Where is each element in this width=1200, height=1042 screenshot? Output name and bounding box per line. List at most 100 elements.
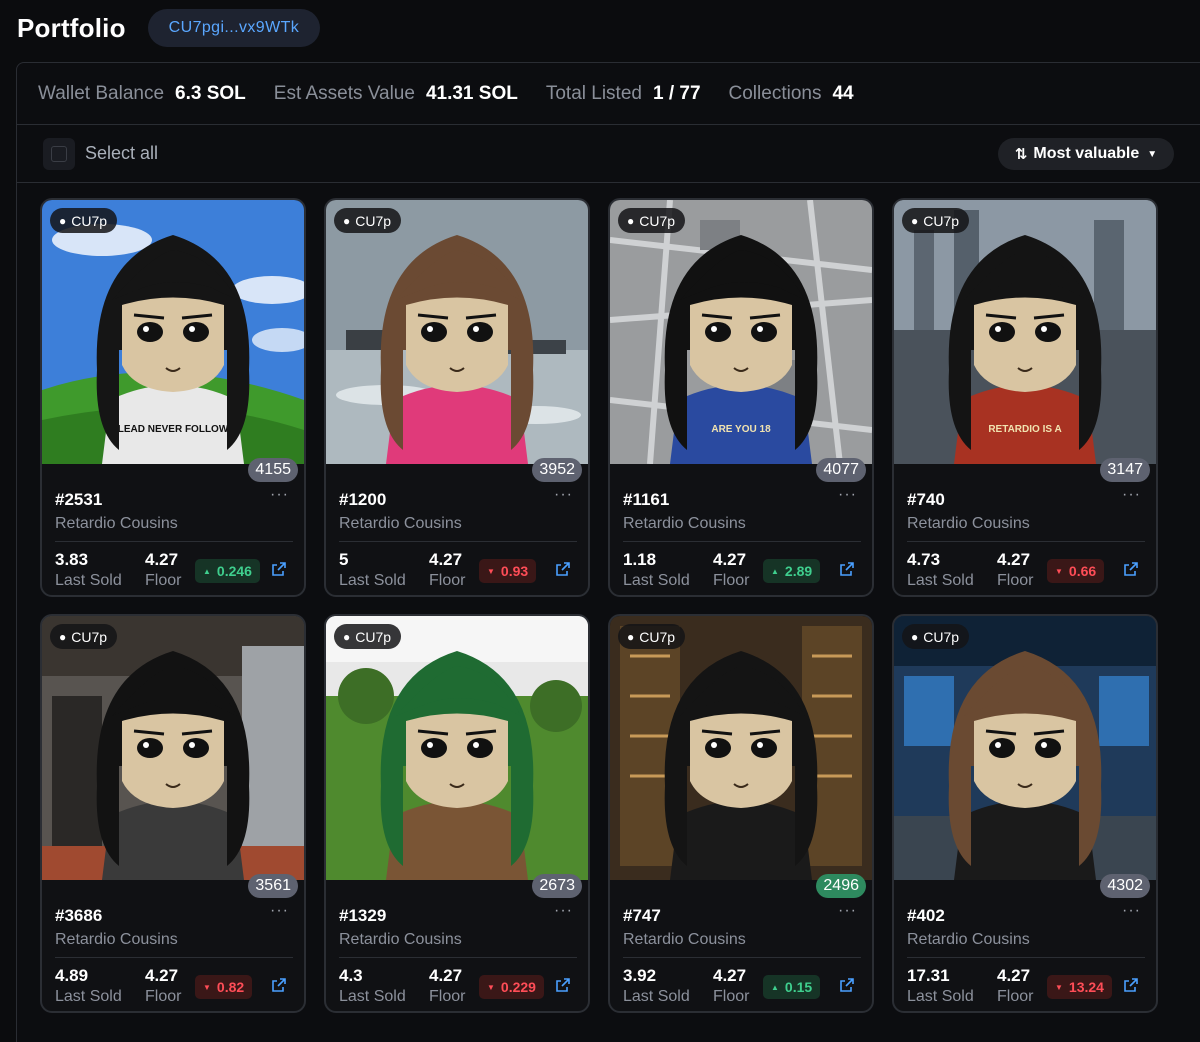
collection-name[interactable]: Retardio Cousins <box>623 931 859 949</box>
owner-tag: ● CU7p <box>50 624 118 649</box>
price-row: 4.89 Last Sold 4.27 Floor ▼ 0.82 <box>55 966 291 1006</box>
last-sold-label: Last Sold <box>55 988 122 1005</box>
nft-id: #3686 <box>55 906 103 925</box>
nft-card[interactable]: ● CU7p 2673 #1329 ··· Retardio Cousins 4… <box>324 614 590 1013</box>
collection-name[interactable]: Retardio Cousins <box>339 515 575 533</box>
nft-artwork <box>326 616 588 880</box>
last-sold: 5 Last Sold <box>339 550 406 590</box>
more-options-icon[interactable]: ··· <box>1122 486 1141 504</box>
more-options-icon[interactable]: ··· <box>554 902 573 920</box>
more-options-icon[interactable]: ··· <box>270 902 289 920</box>
nft-image[interactable] <box>42 616 304 880</box>
user-icon: ● <box>911 213 919 228</box>
header: Portfolio CU7pgi...vx9WTk <box>17 8 321 48</box>
select-all-label[interactable]: Select all <box>85 143 158 164</box>
triangle-up-icon: ▲ <box>771 566 779 576</box>
nft-artwork: LEAD NEVER FOLLOW <box>42 200 304 464</box>
collection-name[interactable]: Retardio Cousins <box>55 515 291 533</box>
floor: 4.27 Floor <box>997 966 1033 1006</box>
nft-artwork: ARE YOU 18 <box>610 200 872 464</box>
nft-id: #747 <box>623 906 661 925</box>
sort-dropdown[interactable]: ⇅ Most valuable ▼ <box>998 138 1174 170</box>
external-link-icon[interactable] <box>271 977 287 993</box>
more-options-icon[interactable]: ··· <box>1122 902 1141 920</box>
floor-value: 4.27 <box>145 966 179 985</box>
external-link-icon[interactable] <box>839 977 855 993</box>
external-link-icon[interactable] <box>1123 977 1139 993</box>
stat-label: Total Listed <box>545 82 642 104</box>
divider <box>339 957 577 958</box>
nft-card[interactable]: ● CU7p 4302 #402 ··· Retardio Cousins 17… <box>892 614 1158 1013</box>
nft-image[interactable] <box>610 616 872 880</box>
collection-name[interactable]: Retardio Cousins <box>623 515 859 533</box>
nft-image[interactable]: ARE YOU 18 <box>610 200 872 464</box>
last-sold-value: 4.89 <box>55 966 89 985</box>
floor-label: Floor <box>713 988 750 1005</box>
nft-image[interactable]: LEAD NEVER FOLLOW <box>42 200 304 464</box>
nft-image[interactable]: RETARDIO IS A <box>894 200 1156 464</box>
sort-label: Most valuable <box>1033 145 1140 162</box>
floor-label: Floor <box>429 988 466 1005</box>
floor: 4.27 Floor <box>713 966 749 1006</box>
owner-label: CU7p <box>923 212 960 229</box>
floor-label: Floor <box>429 572 466 589</box>
user-icon: ● <box>59 629 67 644</box>
external-link-icon[interactable] <box>839 561 855 577</box>
nft-info: #1161 ··· Retardio Cousins 1.18 Last Sol… <box>623 486 861 590</box>
collection-name[interactable]: Retardio Cousins <box>339 931 575 949</box>
select-all-checkbox[interactable] <box>43 137 75 170</box>
nft-card[interactable]: LEAD NEVER FOLLOW ● CU7p 4155 #2531 ··· … <box>40 198 306 597</box>
nft-card[interactable]: RETARDIO IS A ● CU7p 3147 #740 ··· Retar… <box>892 198 1158 597</box>
more-options-icon[interactable]: ··· <box>838 902 857 920</box>
wallet-address-button[interactable]: CU7pgi...vx9WTk <box>147 9 321 47</box>
divider <box>907 957 1145 958</box>
last-sold-label: Last Sold <box>339 988 406 1005</box>
last-sold-value: 1.18 <box>623 550 657 569</box>
external-link-icon[interactable] <box>271 561 287 577</box>
nft-image[interactable] <box>326 200 588 464</box>
rarity-rank-badge: 3952 <box>532 458 582 482</box>
stat-label: Wallet Balance <box>38 82 165 104</box>
nft-info: #740 ··· Retardio Cousins 4.73 Last Sold… <box>907 486 1145 590</box>
external-link-icon[interactable] <box>555 977 571 993</box>
stat-value: 1 / 77 <box>652 82 701 104</box>
nft-card[interactable]: ● CU7p 2496 #747 ··· Retardio Cousins 3.… <box>608 614 874 1013</box>
floor: 4.27 Floor <box>429 966 465 1006</box>
last-sold-value: 17.31 <box>907 966 950 985</box>
nft-card[interactable]: ARE YOU 18 ● CU7p 4077 #1161 ··· Retardi… <box>608 198 874 597</box>
nft-image[interactable] <box>326 616 588 880</box>
nft-id: #2531 <box>55 490 103 509</box>
toolbar: Select all ⇅ Most valuable ▼ <box>17 125 1200 183</box>
nft-id: #1161 <box>623 490 670 509</box>
external-link-icon[interactable] <box>1123 561 1139 577</box>
collection-name[interactable]: Retardio Cousins <box>907 931 1143 949</box>
last-sold-value: 5 <box>339 550 349 569</box>
nft-card[interactable]: ● CU7p 3561 #3686 ··· Retardio Cousins 4… <box>40 614 306 1013</box>
triangle-up-icon: ▲ <box>771 982 779 992</box>
divider <box>339 541 577 542</box>
price-change-badge: ▼ 0.93 <box>479 559 537 583</box>
price-row: 3.92 Last Sold 4.27 Floor ▲ 0.15 <box>623 966 859 1006</box>
price-change-value: 0.15 <box>784 979 813 995</box>
floor-label: Floor <box>997 572 1034 589</box>
more-options-icon[interactable]: ··· <box>554 486 573 504</box>
svg-text:RETARDIO IS A: RETARDIO IS A <box>988 424 1061 435</box>
nft-card[interactable]: ● CU7p 3952 #1200 ··· Retardio Cousins 5… <box>324 198 590 597</box>
collection-name[interactable]: Retardio Cousins <box>907 515 1143 533</box>
divider <box>623 541 861 542</box>
last-sold: 3.83 Last Sold <box>55 550 122 590</box>
more-options-icon[interactable]: ··· <box>838 486 857 504</box>
price-row: 1.18 Last Sold 4.27 Floor ▲ 2.89 <box>623 550 859 590</box>
owner-tag: ● CU7p <box>902 624 970 649</box>
nft-image[interactable] <box>894 616 1156 880</box>
collection-name[interactable]: Retardio Cousins <box>55 931 291 949</box>
last-sold: 1.18 Last Sold <box>623 550 690 590</box>
rarity-rank-badge: 3147 <box>1100 458 1150 482</box>
more-options-icon[interactable]: ··· <box>270 486 289 504</box>
price-change-value: 0.66 <box>1068 563 1097 579</box>
rarity-rank-badge: 4302 <box>1100 874 1150 898</box>
floor-value: 4.27 <box>429 966 463 985</box>
price-change-value: 2.89 <box>784 563 813 579</box>
external-link-icon[interactable] <box>555 561 571 577</box>
last-sold-label: Last Sold <box>907 572 974 589</box>
